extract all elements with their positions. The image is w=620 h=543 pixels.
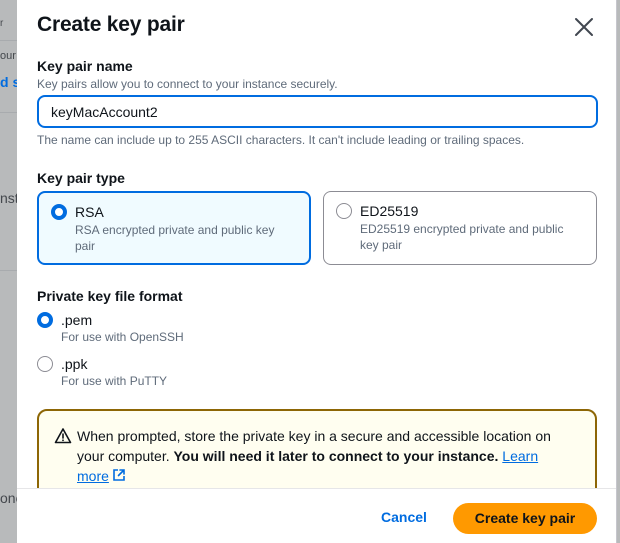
pem-radio-button[interactable] (37, 312, 53, 328)
option-description: key pair (360, 238, 403, 252)
ppk-option-description: For use with PuTTY (61, 374, 168, 388)
radio-button[interactable] (51, 204, 67, 220)
warning-icon (54, 428, 72, 444)
create-key-pair-button[interactable]: Create key pair (453, 503, 597, 534)
cancel-button[interactable]: Cancel (372, 509, 436, 529)
close-button[interactable] (571, 14, 597, 40)
alert-line: your computer. You will need it later to… (77, 446, 577, 466)
external-link-icon[interactable] (112, 468, 126, 482)
warning-alert-text: When prompted, store the private key in … (77, 426, 577, 486)
ppk-radio-button[interactable] (37, 356, 53, 372)
key-type-option-rsa[interactable]: RSA RSA encrypted private and public key… (37, 191, 311, 265)
learn-more-link-continued[interactable]: more (77, 468, 109, 484)
key-type-option-ed25519[interactable]: ED25519 ED25519 encrypted private and pu… (323, 191, 597, 265)
background-divider (0, 40, 17, 41)
key-pair-type-label: Key pair type (37, 170, 125, 186)
background-divider (0, 270, 17, 271)
option-description: RSA encrypted private and public key (75, 223, 275, 237)
close-icon (575, 18, 593, 36)
key-pair-name-constraint: The name can include up to 255 ASCII cha… (37, 133, 525, 147)
alert-text-plain: your computer. (77, 448, 174, 464)
option-description: pair (75, 239, 96, 253)
alert-line: more (77, 466, 577, 486)
key-pair-name-description: Key pairs allow you to connect to your i… (37, 77, 338, 91)
radio-button[interactable] (336, 203, 352, 219)
background-text: r (0, 18, 4, 29)
create-key-pair-modal: Create key pair Key pair name Key pairs … (17, 0, 617, 543)
key-pair-name-label: Key pair name (37, 58, 133, 74)
modal-title: Create key pair (37, 13, 185, 36)
background-text: our (0, 50, 16, 62)
file-format-label: Private key file format (37, 288, 183, 304)
background-text: nst (0, 190, 19, 206)
option-description: ED25519 encrypted private and public (360, 222, 564, 236)
background-divider (0, 112, 17, 113)
pem-option-label[interactable]: .pem (61, 312, 92, 328)
ppk-option-label[interactable]: .ppk (61, 356, 87, 372)
alert-line: When prompted, store the private key in … (77, 428, 551, 444)
key-pair-name-input[interactable] (37, 95, 598, 128)
alert-text-bold: You will need it later to connect to you… (173, 448, 499, 464)
learn-more-link[interactable]: Learn (502, 448, 538, 464)
option-title: RSA (75, 204, 104, 220)
option-title: ED25519 (360, 203, 419, 219)
pem-option-description: For use with OpenSSH (61, 330, 184, 344)
